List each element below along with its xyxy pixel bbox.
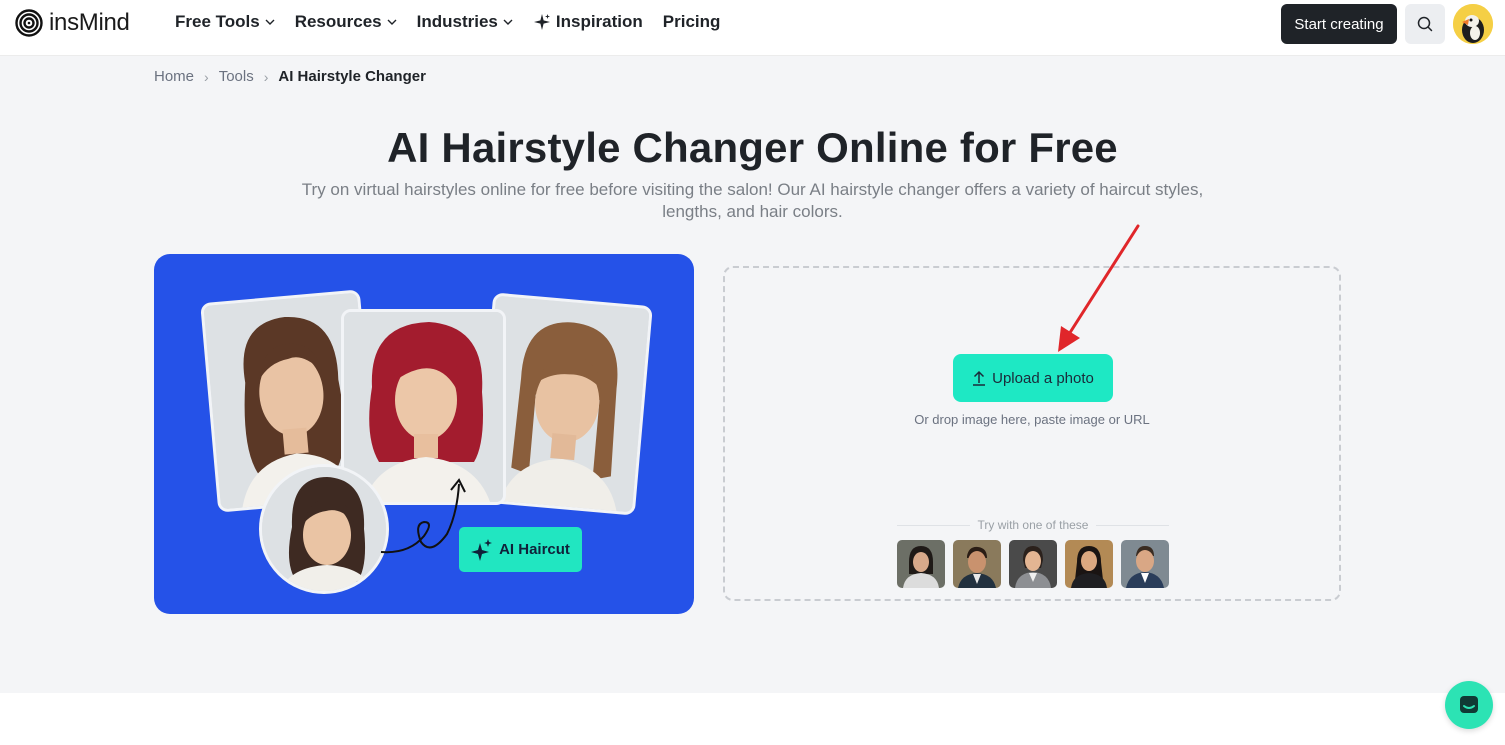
chat-support-button[interactable] [1445,681,1493,729]
breadcrumb-separator-icon: › [204,68,209,85]
search-icon [1417,16,1433,32]
nav-resources[interactable]: Resources [295,12,397,32]
page-title: AI Hairstyle Changer Online for Free [387,124,1118,171]
start-creating-button[interactable]: Start creating [1281,4,1397,44]
annotation-arrow-icon [1058,224,1140,352]
nav-inspiration-label: Inspiration [555,12,643,31]
divider [1096,524,1170,526]
brand-name: insMind [49,9,130,36]
demo-illustration: AI Haircut [154,254,694,614]
sparkle-icon [471,538,493,561]
divider [897,524,970,526]
upload-panel: Upload a photo Or drop image here, paste… [710,254,1354,614]
upload-dropzone[interactable]: Upload a photo Or drop image here, paste… [723,266,1341,601]
sample-images [897,540,1169,588]
nav-industries[interactable]: Industries [417,12,513,32]
try-samples-row: Try with one of these [897,518,1170,532]
breadcrumb-home[interactable]: Home [154,68,194,85]
breadcrumb-separator-icon: › [263,68,269,85]
nav-pricing-label: Pricing [662,12,721,31]
ai-haircut-badge: AI Haircut [459,527,582,572]
demo-source-photo [259,464,389,594]
page-subtitle: Try on virtual hairstyles online for fre… [301,180,1204,221]
breadcrumb-tools[interactable]: Tools [219,68,254,85]
sparkle-icon [533,14,550,30]
nav-free-tools[interactable]: Free Tools [175,12,275,32]
transform-arrow-icon [380,478,466,554]
hero-section: Home › Tools › AI Hairstyle Changer AI H… [0,56,1505,693]
chevron-down-icon [265,19,275,25]
portrait-image [262,467,386,591]
sample-image[interactable] [1121,540,1169,588]
nav-free-tools-label: Free Tools [175,12,260,31]
breadcrumb-current: AI Hairstyle Changer [278,68,426,85]
sample-man-1-image [953,540,1001,588]
try-samples-label: Try with one of these [977,518,1089,532]
sample-woman-2-image [1009,540,1057,588]
sample-image[interactable] [897,540,945,588]
ai-haircut-label: AI Haircut [499,541,570,558]
sample-woman-3-image [1065,540,1113,588]
search-button[interactable] [1405,4,1445,44]
sample-man-2-image [1121,540,1169,588]
nav-pricing[interactable]: Pricing [663,12,721,32]
sample-image[interactable] [1009,540,1057,588]
sample-image[interactable] [1065,540,1113,588]
chevron-down-icon [503,19,513,25]
upload-icon [973,370,986,386]
nav-inspiration[interactable]: Inspiration [533,12,643,32]
main-nav: Free Tools Resources Industries Inspirat… [175,0,720,44]
nav-industries-label: Industries [416,12,498,31]
upload-photo-button[interactable]: Upload a photo [953,354,1113,402]
user-avatar[interactable] [1453,4,1493,44]
breadcrumb: Home › Tools › AI Hairstyle Changer [154,68,426,85]
sample-image[interactable] [953,540,1001,588]
chevron-down-icon [387,19,397,25]
puffin-avatar-icon [1453,4,1493,44]
insmind-logo-icon [15,9,43,37]
upload-photo-label: Upload a photo [992,369,1094,387]
drop-hint: Or drop image here, paste image or URL [914,412,1150,427]
top-navbar: insMind Free Tools Resources Industries … [0,0,1505,56]
nav-resources-label: Resources [294,12,382,31]
brand-logo[interactable]: insMind [15,9,130,37]
chat-icon [1460,696,1478,713]
sample-woman-1-image [897,540,945,588]
